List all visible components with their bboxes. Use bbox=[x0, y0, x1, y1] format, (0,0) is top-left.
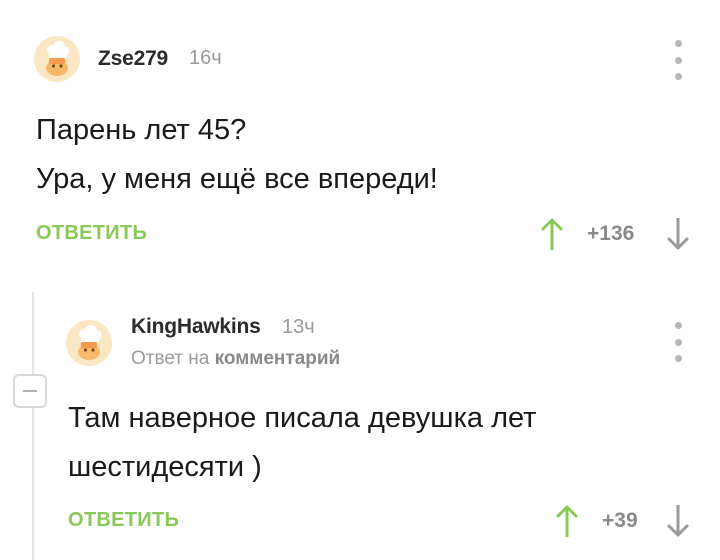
comment-time: 13ч bbox=[282, 316, 315, 338]
avatar[interactable] bbox=[66, 320, 112, 366]
comment-reply: KingHawkins 13ч Ответ на комментарий Там… bbox=[0, 290, 720, 560]
reply-to-link[interactable]: комментарий bbox=[215, 348, 341, 369]
rating-value: +39 bbox=[602, 509, 638, 532]
arrow-down-icon[interactable] bbox=[666, 503, 690, 539]
reply-button[interactable]: ОТВЕТИТЬ bbox=[68, 509, 179, 532]
comment-body-line: Там наверное писала девушка лет bbox=[68, 402, 537, 434]
arrow-up-icon[interactable] bbox=[555, 503, 579, 539]
reply-to-prefix: Ответ на bbox=[131, 348, 210, 369]
rating-value: +136 bbox=[587, 222, 635, 245]
more-options-icon[interactable] bbox=[666, 322, 690, 362]
chef-avatar-icon bbox=[66, 320, 112, 366]
comment-author[interactable]: KingHawkins bbox=[131, 315, 261, 339]
chef-avatar-icon bbox=[34, 36, 80, 82]
arrow-up-icon[interactable] bbox=[540, 216, 564, 252]
avatar[interactable] bbox=[34, 36, 80, 82]
comment-body-line: Парень лет 45? bbox=[36, 114, 247, 146]
comment-author[interactable]: Zse279 bbox=[98, 47, 168, 71]
reply-to-line: Ответ на комментарий bbox=[131, 348, 340, 370]
comment: Zse279 16ч Парень лет 45? Ура, у меня ещ… bbox=[0, 0, 720, 270]
comment-time: 16ч bbox=[189, 47, 222, 69]
comment-body-line: шестидесяти ) bbox=[68, 451, 262, 483]
comment-body-line: Ура, у меня ещё все впереди! bbox=[36, 163, 438, 195]
more-options-icon[interactable] bbox=[666, 40, 690, 80]
reply-button[interactable]: ОТВЕТИТЬ bbox=[36, 222, 147, 245]
arrow-down-icon[interactable] bbox=[666, 216, 690, 252]
